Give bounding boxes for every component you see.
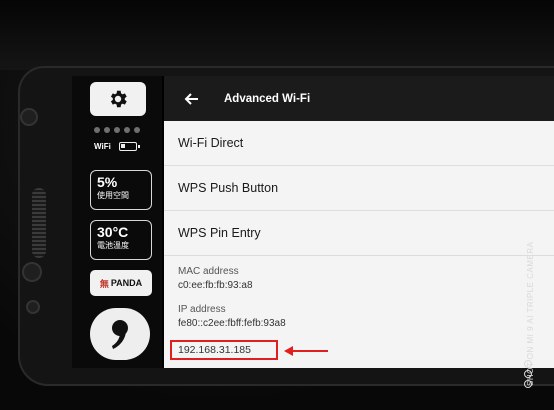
settings-list: Wi-Fi Direct WPS Push Button WPS Pin Ent… [164,121,554,331]
temperature-tile[interactable]: 30°C 電池溫度 [90,220,152,260]
app-bar: Advanced Wi-Fi [164,76,554,121]
storage-tile[interactable]: 5% 使用空間 [90,170,152,210]
comma-logo-icon [112,320,128,349]
ipv4-address-highlight: 192.168.31.185 [170,340,278,360]
ip-address-label: IP address [178,304,226,315]
menu-item-label: WPS Push Button [178,181,279,195]
storage-value: 5% [97,174,118,190]
advanced-wifi-screen: Advanced Wi-Fi Wi-Fi Direct WPS Push But… [164,76,554,368]
settings-button[interactable] [90,82,146,116]
arrow-back-icon [184,92,198,105]
ip-address-section: IP address fe80::c2ee:fbff:fefb:93a8 [164,293,554,331]
battery-icon [118,142,140,151]
storage-label: 使用空間 [97,191,129,200]
ipv6-address-value: fe80::c2ee:fbff:fefb:93a8 [178,318,286,329]
menu-item-wps-pin-entry[interactable]: WPS Pin Entry [164,211,554,256]
temperature-value: 30°C [97,224,129,240]
annotation-arrow-icon [284,346,328,356]
front-sensor [20,108,38,126]
page-title: Advanced Wi-Fi [224,92,311,105]
page-indicator [94,127,140,133]
mac-address-value: c0:ee:fb:fb:93:a8 [178,280,253,291]
temperature-label: 電池溫度 [97,241,129,250]
watermark-lens-icon [524,360,532,388]
menu-item-wps-push-button[interactable]: WPS Push Button [164,166,554,211]
back-button[interactable] [176,84,206,114]
home-button[interactable] [90,308,150,360]
ipv4-address-value: 192.168.31.185 [178,344,251,356]
phone-speaker-grille [32,188,46,258]
menu-item-label: WPS Pin Entry [178,226,261,240]
brand-mark: 無 [99,278,109,289]
background-shadow [0,0,554,70]
brand-name: PANDA [110,278,143,288]
menu-item-label: Wi-Fi Direct [178,136,244,150]
wifi-label: WiFi [94,142,111,151]
proximity-sensor [26,300,40,314]
menu-item-wifi-direct[interactable]: Wi-Fi Direct [164,121,554,166]
phone-screen: WiFi 5% 使用空間 30°C 電池溫度 無 PANDA Advanced … [72,76,554,368]
status-rail: WiFi 5% 使用空間 30°C 電池溫度 無 PANDA [72,76,162,368]
panda-brand-button[interactable]: 無 PANDA [90,270,152,296]
mac-address-section: MAC address c0:ee:fb:fb:93:a8 [164,256,554,293]
front-camera [22,262,42,282]
photo-scene: WiFi 5% 使用空間 30°C 電池溫度 無 PANDA Advanced … [0,0,554,410]
mac-address-label: MAC address [178,266,239,277]
wifi-status: WiFi [94,142,140,151]
gear-icon [110,90,127,108]
camera-watermark: SHOT ON MI 9 AI TRIPLE CAMERA [518,242,548,406]
